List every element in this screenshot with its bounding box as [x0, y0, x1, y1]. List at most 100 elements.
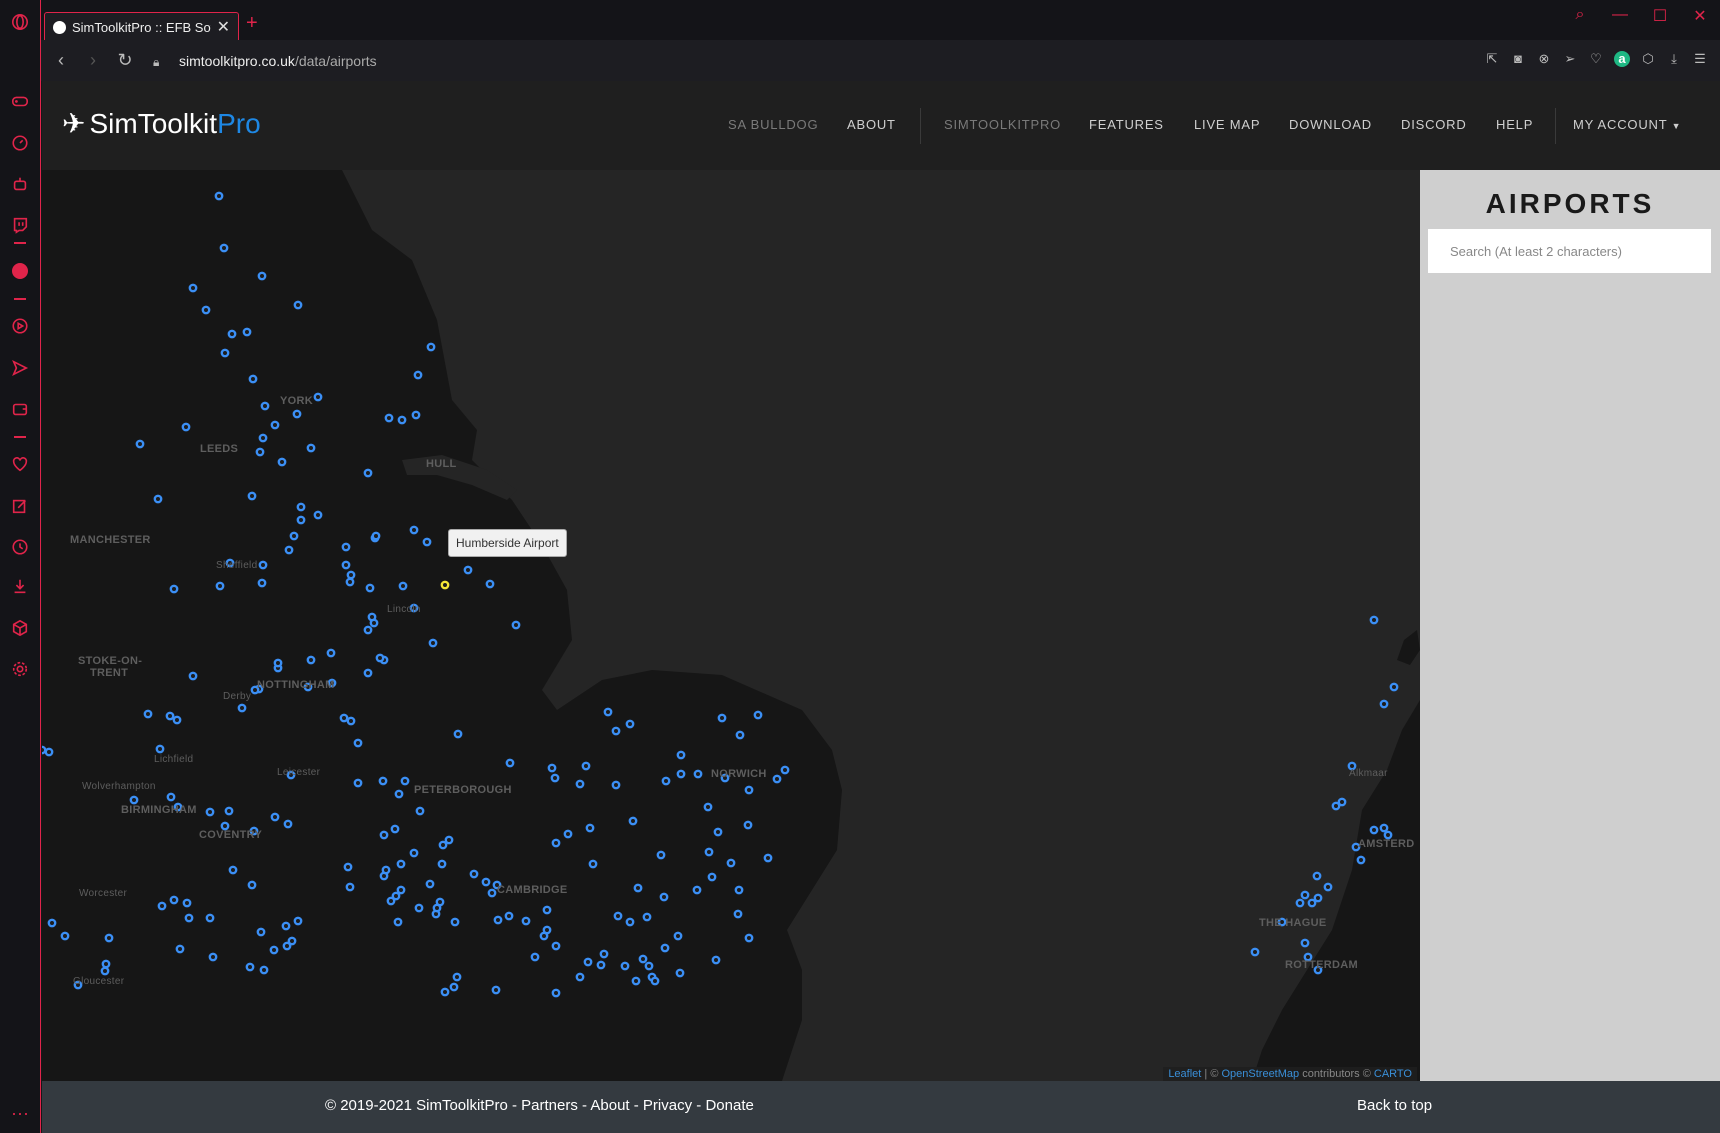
airport-marker[interactable] [341, 560, 351, 570]
url-field[interactable]: simtoolkitpro.co.uk/data/airports [179, 53, 377, 69]
airport-marker[interactable] [1300, 890, 1310, 900]
airport-marker[interactable] [277, 457, 287, 467]
airport-marker[interactable] [215, 581, 225, 591]
airport-marker[interactable] [693, 769, 703, 779]
airport-marker[interactable] [296, 515, 306, 525]
airport-marker[interactable] [184, 913, 194, 923]
airport-marker[interactable] [135, 439, 145, 449]
airport-marker[interactable] [208, 952, 218, 962]
airport-marker[interactable] [631, 976, 641, 986]
airport-marker[interactable] [306, 655, 316, 665]
airport-marker[interactable] [1356, 855, 1366, 865]
airport-marker[interactable] [394, 789, 404, 799]
airport-marker[interactable] [703, 802, 713, 812]
airport-marker[interactable] [704, 847, 714, 857]
airport-marker[interactable] [613, 911, 623, 921]
browser-tab[interactable]: SimToolkitPro :: EFB Softwa ✕ [44, 12, 239, 41]
airport-marker[interactable] [393, 917, 403, 927]
airport-marker[interactable] [426, 342, 436, 352]
airport-marker[interactable] [398, 581, 408, 591]
airport-marker[interactable] [219, 243, 229, 253]
airport-marker[interactable] [676, 750, 686, 760]
airport-marker[interactable] [60, 931, 70, 941]
airport-marker[interactable] [542, 905, 552, 915]
extension-a-icon[interactable]: a [1614, 51, 1630, 67]
airport-marker[interactable] [1379, 699, 1389, 709]
airport-marker[interactable] [269, 945, 279, 955]
airport-marker[interactable] [511, 620, 521, 630]
whatsapp-icon[interactable] [8, 259, 32, 283]
airport-marker[interactable] [155, 744, 165, 754]
airport-marker[interactable] [129, 795, 139, 805]
airport-marker[interactable] [411, 410, 421, 420]
twitch-icon[interactable] [8, 213, 32, 237]
airport-marker[interactable] [379, 830, 389, 840]
menu-sa-bulldog[interactable]: SA BULLDOG [728, 117, 818, 132]
airport-marker[interactable] [248, 374, 258, 384]
airport-marker[interactable] [188, 671, 198, 681]
airport-marker[interactable] [638, 954, 648, 964]
airport-marker[interactable] [585, 823, 595, 833]
menu-live-map[interactable]: LIVE MAP [1194, 117, 1260, 132]
airport-marker[interactable] [450, 917, 460, 927]
airport-marker[interactable] [201, 305, 211, 315]
menu-discord[interactable]: DISCORD [1401, 117, 1467, 132]
camera-icon[interactable]: ◙ [1510, 51, 1526, 67]
airport-marker[interactable] [172, 715, 182, 725]
airport-marker[interactable] [284, 545, 294, 555]
menu-about[interactable]: ABOUT [847, 117, 896, 132]
airport-marker[interactable] [242, 327, 252, 337]
airport-marker[interactable] [396, 859, 406, 869]
airport-marker[interactable] [425, 879, 435, 889]
airport-marker[interactable] [270, 812, 280, 822]
airport-marker[interactable] [676, 769, 686, 779]
airport-marker[interactable] [283, 819, 293, 829]
airport-marker[interactable] [313, 510, 323, 520]
airport-marker[interactable] [1313, 893, 1323, 903]
airport-marker[interactable] [581, 761, 591, 771]
airport-marker[interactable] [692, 885, 702, 895]
adblock-icon[interactable]: ⊗ [1536, 51, 1552, 67]
airport-marker[interactable] [449, 982, 459, 992]
airport-marker[interactable] [371, 531, 381, 541]
settings-gear-icon[interactable] [8, 657, 32, 681]
airport-marker[interactable] [1300, 938, 1310, 948]
forward-icon[interactable]: › [77, 50, 109, 71]
send-icon[interactable] [8, 356, 32, 380]
airport-marker[interactable] [521, 916, 531, 926]
airport-marker[interactable] [409, 848, 419, 858]
airport-marker[interactable] [603, 707, 613, 717]
airport-marker[interactable] [397, 415, 407, 425]
airport-marker[interactable] [237, 703, 247, 713]
airport-marker[interactable] [409, 525, 419, 535]
airport-marker[interactable] [530, 952, 540, 962]
menu-help[interactable]: HELP [1496, 117, 1533, 132]
airport-marker[interactable] [260, 401, 270, 411]
airport-marker[interactable] [551, 988, 561, 998]
airport-marker[interactable] [396, 885, 406, 895]
airport-marker[interactable] [611, 726, 621, 736]
airport-marker[interactable] [365, 583, 375, 593]
airport-marker[interactable] [345, 882, 355, 892]
airport-marker[interactable] [491, 985, 501, 995]
airport-marker[interactable] [143, 709, 153, 719]
opera-logo-icon[interactable] [8, 10, 32, 34]
airport-marker[interactable] [247, 880, 257, 890]
airport-marker[interactable] [469, 869, 479, 879]
share-icon[interactable]: ⇱ [1484, 51, 1500, 67]
airport-marker[interactable] [633, 883, 643, 893]
airport-marker[interactable] [153, 494, 163, 504]
airport-marker[interactable] [270, 420, 280, 430]
airport-marker[interactable] [245, 962, 255, 972]
download-icon[interactable]: ⤓ [1666, 51, 1682, 67]
airport-marker[interactable] [432, 903, 442, 913]
airport-marker[interactable] [1369, 825, 1379, 835]
airport-marker[interactable] [205, 913, 215, 923]
airport-marker[interactable] [292, 409, 302, 419]
osm-link[interactable]: OpenStreetMap [1221, 1068, 1299, 1080]
easy-setup-icon[interactable]: ☰ [1692, 51, 1708, 67]
airport-marker[interactable] [733, 909, 743, 919]
airport-marker-selected[interactable] [440, 580, 450, 590]
airport-marker[interactable] [1337, 797, 1347, 807]
airport-marker[interactable] [378, 776, 388, 786]
